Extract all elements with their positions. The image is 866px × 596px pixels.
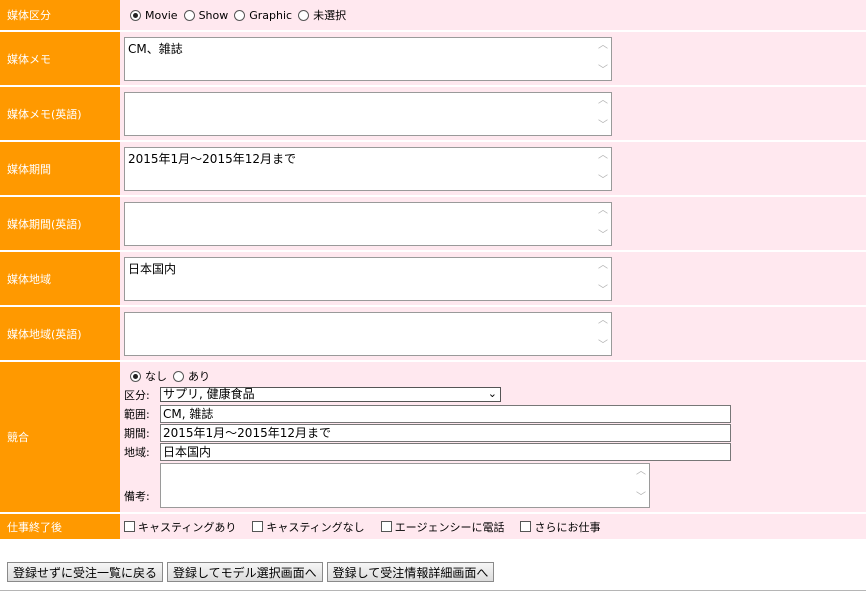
region-label: 地域: bbox=[124, 445, 150, 459]
scrollbar[interactable]: ︿ ﹀ bbox=[594, 202, 611, 245]
radio-competition-exists-label: あり bbox=[188, 370, 210, 383]
period-input[interactable]: 2015年1月～2015年12月まで bbox=[160, 423, 731, 442]
scroll-down-icon[interactable]: ﹀ bbox=[598, 175, 608, 185]
media-region-textarea[interactable]: 日本国内 ︿ ﹀ bbox=[124, 256, 612, 301]
scroll-down-icon[interactable]: ﹀ bbox=[598, 340, 608, 350]
scrollbar[interactable]: ︿ ﹀ bbox=[594, 147, 611, 190]
scroll-down-icon[interactable]: ﹀ bbox=[598, 120, 608, 130]
scroll-up-icon[interactable]: ︿ bbox=[598, 205, 608, 215]
after-job-checkbox-group: キャスティングあり キャスティングなし エージェンシーに電話 さらにお仕事 bbox=[120, 514, 866, 539]
media-period-en-label: 媒体期間(英語) bbox=[0, 196, 120, 252]
radio-competition-none-label: なし bbox=[145, 370, 167, 383]
scroll-up-icon[interactable]: ︿ bbox=[598, 95, 608, 105]
scrollbar[interactable]: ︿ ﹀ bbox=[632, 464, 649, 507]
checkbox-call-agency[interactable] bbox=[380, 521, 392, 532]
scroll-down-icon[interactable]: ﹀ bbox=[598, 285, 608, 295]
row-media-period-en: 媒体期間(英語) ︿ ﹀ bbox=[0, 196, 866, 252]
back-to-list-button[interactable]: 登録せずに受注一覧に戻る bbox=[7, 562, 164, 582]
checkbox-casting-yes-label: キャスティングあり bbox=[138, 520, 237, 534]
region-input[interactable]: 日本国内 bbox=[160, 442, 731, 461]
note-label: 備考: bbox=[124, 490, 150, 503]
media-region-label: 媒体地域 bbox=[0, 251, 120, 307]
to-order-detail-button[interactable]: 登録して受注情報詳細画面へ bbox=[326, 562, 495, 582]
radio-competition-none[interactable] bbox=[130, 370, 141, 382]
scroll-down-icon[interactable]: ﹀ bbox=[636, 493, 646, 503]
scrollbar[interactable]: ︿ ﹀ bbox=[594, 92, 611, 135]
media-period-textarea[interactable]: 2015年1月～2015年12月まで ︿ ﹀ bbox=[124, 146, 612, 191]
media-memo-label: 媒体メモ bbox=[0, 31, 120, 87]
to-model-select-button[interactable]: 登録してモデル選択画面へ bbox=[167, 562, 323, 582]
radio-show-label: Show bbox=[198, 8, 229, 22]
chevron-down-icon: ⌄ bbox=[487, 387, 497, 400]
radio-graphic[interactable] bbox=[234, 9, 246, 21]
checkbox-casting-yes[interactable] bbox=[124, 521, 135, 532]
scrollbar[interactable]: ︿ ﹀ bbox=[594, 257, 611, 300]
scroll-down-icon[interactable]: ﹀ bbox=[598, 65, 608, 75]
row-media-region: 媒体地域 日本国内 ︿ ﹀ bbox=[0, 251, 866, 307]
media-region-en-label: 媒体地域(英語) bbox=[0, 306, 120, 362]
scrollbar[interactable]: ︿ ﹀ bbox=[594, 312, 611, 355]
media-period-en-textarea[interactable]: ︿ ﹀ bbox=[124, 201, 612, 246]
media-region-en-textarea[interactable]: ︿ ﹀ bbox=[124, 311, 612, 356]
row-after-job: 仕事終了後 キャスティングあり キャスティングなし エージェンシーに電話 さらに… bbox=[0, 513, 866, 541]
category-value: サプリ, 健康食品 bbox=[163, 387, 255, 401]
after-job-label: 仕事終了後 bbox=[0, 513, 120, 541]
scope-label: 範囲: bbox=[124, 407, 150, 421]
checkbox-more-work-label: さらにお仕事 bbox=[534, 520, 601, 534]
media-memo-en-textarea[interactable]: ︿ ﹀ bbox=[124, 91, 612, 136]
row-media-region-en: 媒体地域(英語) ︿ ﹀ bbox=[0, 306, 866, 362]
radio-movie[interactable] bbox=[130, 9, 141, 21]
checkbox-casting-no-label: キャスティングなし bbox=[266, 520, 365, 534]
row-media-type: 媒体区分 Movie Show Graphic 未選択 bbox=[0, 0, 866, 32]
scroll-up-icon[interactable]: ︿ bbox=[598, 150, 608, 160]
media-memo-en-label: 媒体メモ(英語) bbox=[0, 86, 120, 142]
media-type-radio-group: Movie Show Graphic 未選択 bbox=[124, 0, 866, 30]
scrollbar[interactable]: ︿ ﹀ bbox=[594, 37, 611, 80]
checkbox-call-agency-label: エージェンシーに電話 bbox=[394, 520, 505, 534]
radio-show[interactable] bbox=[183, 9, 195, 21]
checkbox-casting-no[interactable] bbox=[252, 521, 264, 532]
scroll-up-icon[interactable]: ︿ bbox=[598, 315, 608, 325]
note-textarea[interactable]: ︿ ﹀ bbox=[160, 463, 650, 508]
media-period-label: 媒体期間 bbox=[0, 141, 120, 197]
row-media-memo-en: 媒体メモ(英語) ︿ ﹀ bbox=[0, 86, 866, 142]
scroll-down-icon[interactable]: ﹀ bbox=[598, 230, 608, 240]
row-competition: 競合 なし あり 区分: サプリ, 健康食品 ⌄ 範囲: CM, 雑誌 期間: 2015… bbox=[0, 361, 866, 514]
radio-unselected[interactable] bbox=[298, 9, 310, 21]
radio-graphic-label: Graphic bbox=[249, 8, 293, 22]
radio-movie-label: Movie bbox=[145, 8, 178, 22]
media-memo-value: CM、雑誌 bbox=[128, 41, 183, 56]
radio-unselected-label: 未選択 bbox=[313, 9, 347, 22]
category-label: 区分: bbox=[124, 388, 150, 402]
media-memo-textarea[interactable]: CM、雑誌 ︿ ﹀ bbox=[124, 36, 612, 81]
scroll-up-icon[interactable]: ︿ bbox=[598, 40, 608, 50]
competition-label: 競合 bbox=[0, 361, 120, 514]
radio-competition-exists[interactable] bbox=[173, 370, 184, 382]
scope-input[interactable]: CM, 雑誌 bbox=[160, 404, 731, 423]
row-media-memo: 媒体メモ CM、雑誌 ︿ ﹀ bbox=[0, 31, 866, 87]
media-region-value: 日本国内 bbox=[128, 261, 177, 276]
row-media-period: 媒体期間 2015年1月～2015年12月まで ︿ ﹀ bbox=[0, 141, 866, 197]
competition-section: なし あり 区分: サプリ, 健康食品 ⌄ 範囲: CM, 雑誌 期間: 2015年1月… bbox=[124, 362, 866, 512]
media-period-value: 2015年1月～2015年12月まで bbox=[128, 151, 296, 166]
scroll-up-icon[interactable]: ︿ bbox=[598, 260, 608, 270]
order-form-table: 媒体区分 Movie Show Graphic 未選択 媒体メモ CM、雑誌 ︿ ﹀… bbox=[0, 0, 866, 541]
media-type-label: 媒体区分 bbox=[0, 0, 120, 32]
category-select[interactable]: サプリ, 健康食品 ⌄ bbox=[160, 387, 501, 402]
divider bbox=[0, 590, 866, 591]
checkbox-more-work[interactable] bbox=[520, 521, 532, 532]
competition-radio-group: なし あり bbox=[124, 367, 866, 385]
period-label: 期間: bbox=[124, 426, 150, 440]
scroll-up-icon[interactable]: ︿ bbox=[636, 467, 646, 477]
action-buttons: 登録せずに受注一覧に戻る 登録してモデル選択画面へ 登録して受注情報詳細画面へ bbox=[7, 562, 495, 582]
